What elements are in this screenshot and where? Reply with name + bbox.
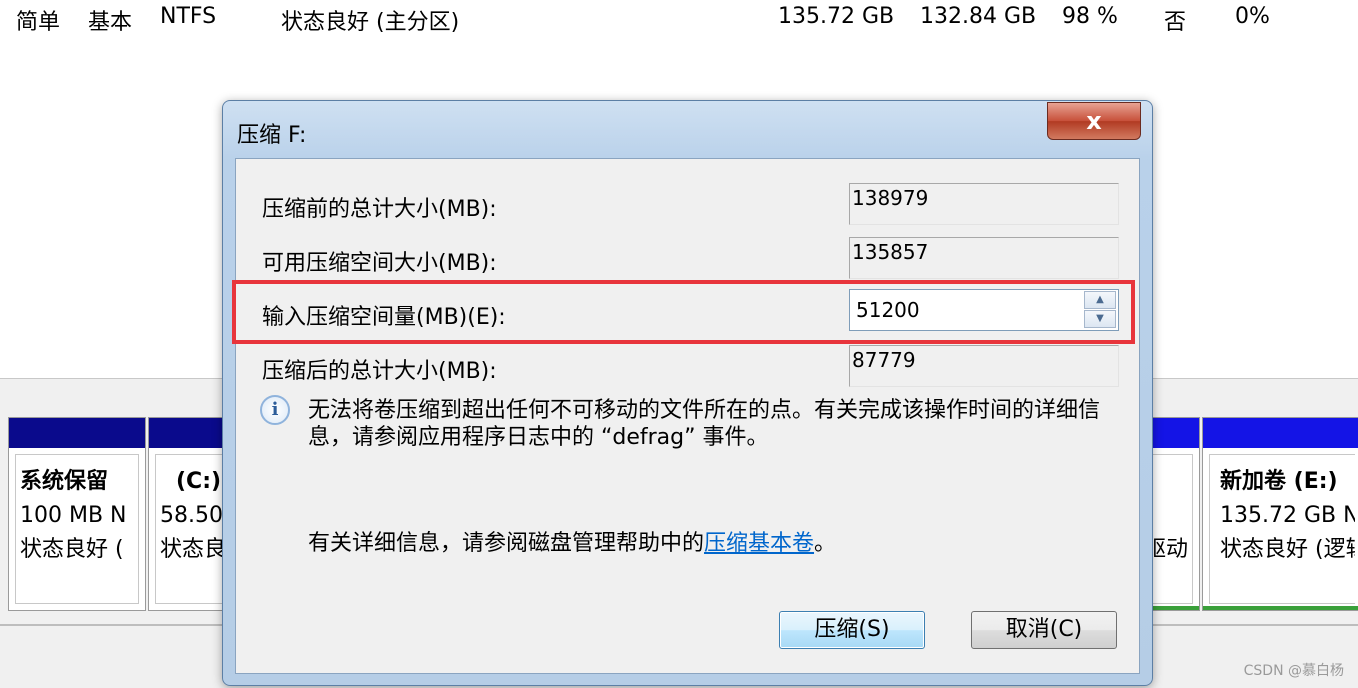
volume-layout: 简单 bbox=[16, 10, 61, 35]
partition-bar bbox=[9, 418, 145, 448]
help-suffix: 。 bbox=[814, 531, 837, 556]
partition-title: 新加卷 (E:) bbox=[1220, 469, 1338, 494]
volume-overhead: 0% bbox=[1235, 4, 1270, 29]
help-text: 有关详细信息，请参阅磁盘管理帮助中的 bbox=[308, 531, 705, 556]
partition-e-drive[interactable]: 新加卷 (E:) 135.72 GB N 状态良好 (逻辑 bbox=[1202, 417, 1358, 611]
help-line: 有关详细信息，请参阅磁盘管理帮助中的压缩基本卷。 bbox=[308, 525, 836, 557]
total-after-label: 压缩后的总计大小(MB): bbox=[262, 359, 497, 384]
close-icon: x bbox=[1086, 107, 1102, 135]
partition-status: 状态良好 ( bbox=[20, 537, 124, 562]
available-space-label: 可用压缩空间大小(MB): bbox=[262, 251, 497, 276]
watermark: CSDN @慕白杨 bbox=[1243, 663, 1344, 679]
total-before-value: 138979 bbox=[849, 183, 1119, 225]
partition-title: 系统保留 bbox=[20, 469, 109, 494]
volume-free-percent: 98 % bbox=[1062, 4, 1118, 29]
cancel-button[interactable]: 取消(C) bbox=[971, 611, 1117, 649]
volume-list-row[interactable]: 简单 基本 NTFS 状态良好 (主分区) 135.72 GB 132.84 G… bbox=[0, 0, 1358, 40]
total-before-label: 压缩前的总计大小(MB): bbox=[262, 197, 497, 222]
partition-system-reserved[interactable]: 系统保留 100 MB N 状态良好 ( bbox=[8, 417, 146, 611]
help-link[interactable]: 压缩基本卷 bbox=[704, 531, 814, 556]
volume-status: 状态良好 (主分区) bbox=[281, 10, 460, 35]
dialog-client-area: 压缩前的总计大小(MB): 138979 可用压缩空间大小(MB): 13585… bbox=[232, 158, 1140, 674]
close-button[interactable]: x bbox=[1047, 102, 1141, 140]
partition-status: 状态良好 (逻辑 bbox=[1220, 537, 1355, 562]
partition-size: 135.72 GB N bbox=[1220, 503, 1355, 528]
shrink-dialog: 压缩 F: x 压缩前的总计大小(MB): 138979 可用压缩空间大小(MB… bbox=[222, 100, 1153, 686]
partition-size: 100 MB N bbox=[20, 503, 127, 528]
dialog-title: 压缩 F: bbox=[237, 123, 307, 148]
shrink-button[interactable]: 压缩(S) bbox=[779, 611, 925, 649]
info-icon: i bbox=[260, 395, 290, 425]
highlight-box bbox=[232, 280, 1135, 344]
total-after-value: 87779 bbox=[849, 345, 1119, 387]
volume-filesystem: NTFS bbox=[160, 4, 217, 29]
available-space-value: 135857 bbox=[849, 237, 1119, 279]
volume-capacity: 135.72 GB bbox=[778, 4, 895, 29]
partition-free-edge bbox=[1203, 606, 1358, 610]
info-message: 无法将卷压缩到超出任何不可移动的文件所在的点。有关完成该操作时间的详细信息，请参… bbox=[308, 398, 1101, 450]
volume-free-space: 132.84 GB bbox=[920, 4, 1037, 29]
volume-type: 基本 bbox=[88, 10, 133, 35]
volume-fault-tolerance: 否 bbox=[1164, 10, 1187, 35]
partition-bar bbox=[1203, 418, 1358, 448]
